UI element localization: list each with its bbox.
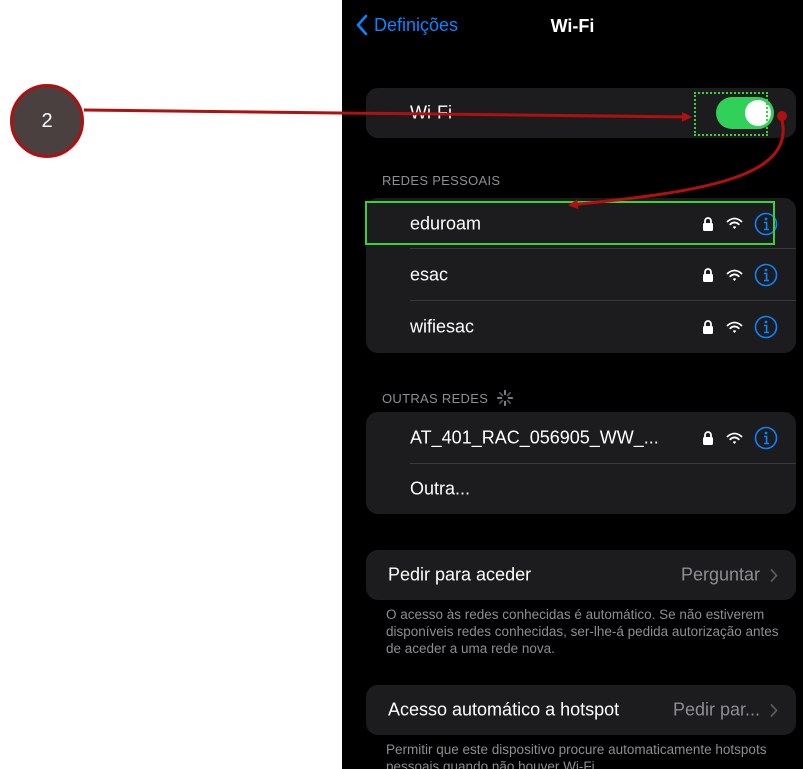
network-row-wifiesac[interactable]: wifiesac bbox=[366, 301, 796, 353]
lock-icon bbox=[703, 216, 713, 231]
lock-icon bbox=[703, 320, 713, 334]
other-network-label: Outra... bbox=[410, 478, 471, 499]
wifi-toggle-group: Wi-Fi bbox=[366, 88, 796, 138]
auto-hotspot-row[interactable]: Acesso automático a hotspot Pedir par... bbox=[366, 685, 796, 735]
wifi-icon bbox=[726, 321, 743, 333]
ask-join-value: Perguntar bbox=[681, 565, 778, 586]
chevron-right-icon bbox=[770, 568, 778, 582]
auto-hotspot-group: Acesso automático a hotspot Pedir par... bbox=[366, 685, 796, 735]
nav-bar: Definições Wi-Fi bbox=[342, 0, 803, 56]
wifi-toggle-row: Wi-Fi bbox=[366, 88, 796, 138]
network-icons bbox=[702, 426, 778, 450]
network-name: AT_401_RAC_056905_WW_... bbox=[410, 427, 659, 448]
wifi-icon bbox=[726, 269, 743, 281]
wifi-icon bbox=[726, 432, 743, 444]
network-row-eduroam[interactable]: eduroam bbox=[366, 198, 796, 249]
wifi-icon bbox=[726, 217, 743, 229]
wifi-toggle-switch[interactable] bbox=[716, 97, 774, 129]
personal-networks-header: REDES PESSOAIS bbox=[382, 173, 501, 188]
auto-hotspot-value: Pedir par... bbox=[673, 700, 778, 721]
info-icon[interactable] bbox=[754, 212, 778, 236]
other-network-row[interactable]: Outra... bbox=[366, 464, 796, 514]
auto-hotspot-footer: Permitir que este dispositivo procure au… bbox=[386, 742, 767, 769]
page-title: Wi-Fi bbox=[550, 16, 595, 36]
info-icon[interactable] bbox=[754, 263, 778, 287]
ask-join-footer: O acesso às redes conhecidas é automátic… bbox=[386, 607, 779, 656]
network-row-esac[interactable]: esac bbox=[366, 249, 796, 301]
network-row-at401[interactable]: AT_401_RAC_056905_WW_... bbox=[366, 412, 796, 464]
network-icons bbox=[702, 212, 778, 236]
info-icon[interactable] bbox=[754, 315, 778, 339]
other-networks-group: AT_401_RAC_056905_WW_... Outra... bbox=[366, 412, 796, 514]
network-name: esac bbox=[410, 264, 449, 285]
auto-hotspot-value-text: Pedir par... bbox=[672, 699, 760, 720]
personal-networks-group: eduroam esac wifiesac bbox=[366, 198, 796, 353]
lock-icon bbox=[703, 431, 713, 445]
network-name: wifiesac bbox=[410, 316, 475, 337]
phone-screen: Definições Wi-Fi Wi-Fi REDES PESSOAIS ed… bbox=[342, 0, 803, 769]
chevron-right-icon bbox=[770, 703, 778, 717]
other-networks-label: OUTRAS REDES bbox=[382, 390, 489, 406]
ask-join-group: Pedir para aceder Perguntar bbox=[366, 550, 796, 600]
wifi-toggle-label: Wi-Fi bbox=[410, 102, 452, 123]
network-name: eduroam bbox=[410, 213, 482, 233]
network-icons bbox=[702, 263, 778, 287]
toggle-knob bbox=[745, 100, 771, 126]
auto-hotspot-label: Acesso automático a hotspot bbox=[388, 699, 620, 720]
lock-icon bbox=[703, 268, 713, 282]
ask-join-label: Pedir para aceder bbox=[388, 564, 532, 585]
info-icon[interactable] bbox=[754, 426, 778, 450]
ask-join-value-text: Perguntar bbox=[680, 564, 760, 585]
ask-join-row[interactable]: Pedir para aceder Perguntar bbox=[366, 550, 796, 600]
step-badge: 2 bbox=[10, 84, 84, 158]
network-icons bbox=[702, 315, 778, 339]
other-networks-header: OUTRAS REDES bbox=[382, 389, 514, 407]
spinner-icon bbox=[497, 389, 514, 407]
